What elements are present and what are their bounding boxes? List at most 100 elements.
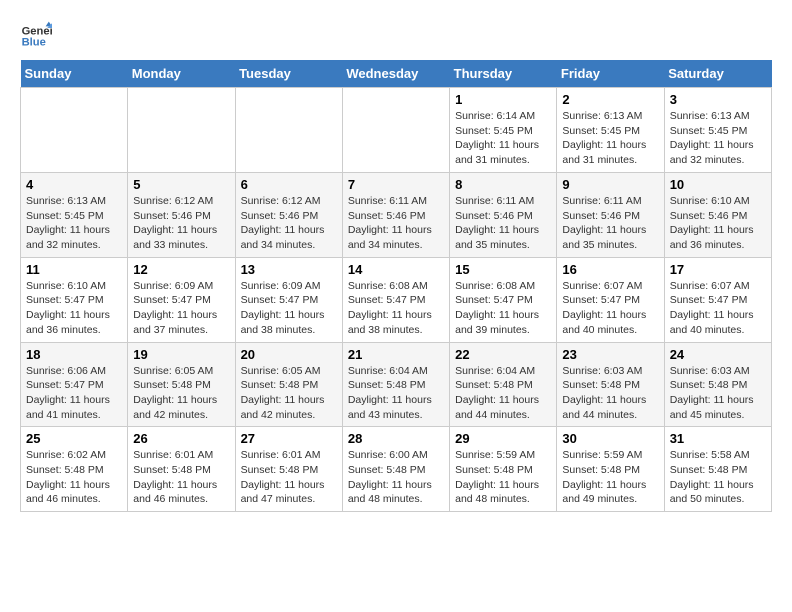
calendar-cell: 12 Sunrise: 6:09 AM Sunset: 5:47 PM Dayli… xyxy=(128,257,235,342)
day-number: 11 xyxy=(26,262,122,277)
calendar-cell: 5 Sunrise: 6:12 AM Sunset: 5:46 PM Daylig… xyxy=(128,173,235,258)
day-number: 17 xyxy=(670,262,766,277)
day-info: Sunrise: 6:08 AM Sunset: 5:47 PM Dayligh… xyxy=(348,279,444,338)
page-header: General Blue xyxy=(20,20,772,52)
day-number: 29 xyxy=(455,431,551,446)
day-info: Sunrise: 6:09 AM Sunset: 5:47 PM Dayligh… xyxy=(133,279,229,338)
calendar-cell: 25Sunrise: 6:02 AM Sunset: 5:48 PM Dayli… xyxy=(21,427,128,512)
logo-icon: General Blue xyxy=(20,20,52,52)
day-number: 22 xyxy=(455,347,551,362)
day-info: Sunrise: 5:59 AM Sunset: 5:48 PM Dayligh… xyxy=(455,448,551,507)
day-number: 23 xyxy=(562,347,658,362)
calendar-cell: 2Sunrise: 6:13 AM Sunset: 5:45 PM Daylig… xyxy=(557,88,664,173)
calendar-cell: 8 Sunrise: 6:11 AM Sunset: 5:46 PM Daylig… xyxy=(450,173,557,258)
calendar-cell xyxy=(21,88,128,173)
day-info: Sunrise: 5:59 AM Sunset: 5:48 PM Dayligh… xyxy=(562,448,658,507)
day-number: 8 xyxy=(455,177,551,192)
day-info: Sunrise: 6:12 AM Sunset: 5:46 PM Dayligh… xyxy=(133,194,229,253)
day-info: Sunrise: 6:12 AM Sunset: 5:46 PM Dayligh… xyxy=(241,194,337,253)
calendar-week-row-3: 11 Sunrise: 6:10 AM Sunset: 5:47 PM Dayli… xyxy=(21,257,772,342)
day-number: 12 xyxy=(133,262,229,277)
day-info: Sunrise: 6:00 AM Sunset: 5:48 PM Dayligh… xyxy=(348,448,444,507)
day-info: Sunrise: 6:06 AM Sunset: 5:47 PM Dayligh… xyxy=(26,364,122,423)
weekday-header-thursday: Thursday xyxy=(450,60,557,88)
calendar-cell xyxy=(235,88,342,173)
calendar-week-row-5: 25Sunrise: 6:02 AM Sunset: 5:48 PM Dayli… xyxy=(21,427,772,512)
svg-text:General: General xyxy=(22,25,52,37)
weekday-header-saturday: Saturday xyxy=(664,60,771,88)
day-number: 9 xyxy=(562,177,658,192)
weekday-header-friday: Friday xyxy=(557,60,664,88)
day-info: Sunrise: 6:07 AM Sunset: 5:47 PM Dayligh… xyxy=(670,279,766,338)
day-number: 15 xyxy=(455,262,551,277)
day-number: 24 xyxy=(670,347,766,362)
day-number: 18 xyxy=(26,347,122,362)
day-number: 26 xyxy=(133,431,229,446)
calendar-week-row-1: 1 Sunrise: 6:14 AM Sunset: 5:45 PM Daylig… xyxy=(21,88,772,173)
day-number: 21 xyxy=(348,347,444,362)
calendar-cell: 9 Sunrise: 6:11 AM Sunset: 5:46 PM Daylig… xyxy=(557,173,664,258)
calendar-cell: 21 Sunrise: 6:04 AM Sunset: 5:48 PM Dayli… xyxy=(342,342,449,427)
calendar-cell: 4 Sunrise: 6:13 AM Sunset: 5:45 PM Daylig… xyxy=(21,173,128,258)
day-number: 20 xyxy=(241,347,337,362)
calendar-cell: 28 Sunrise: 6:00 AM Sunset: 5:48 PM Dayli… xyxy=(342,427,449,512)
day-number: 1 xyxy=(455,92,551,107)
day-info: Sunrise: 6:07 AM Sunset: 5:47 PM Dayligh… xyxy=(562,279,658,338)
day-number: 27 xyxy=(241,431,337,446)
day-number: 30 xyxy=(562,431,658,446)
day-number: 28 xyxy=(348,431,444,446)
day-number: 16 xyxy=(562,262,658,277)
day-number: 10 xyxy=(670,177,766,192)
calendar-cell: 17 Sunrise: 6:07 AM Sunset: 5:47 PM Dayli… xyxy=(664,257,771,342)
day-info: Sunrise: 6:04 AM Sunset: 5:48 PM Dayligh… xyxy=(455,364,551,423)
day-number: 5 xyxy=(133,177,229,192)
logo: General Blue xyxy=(20,20,52,52)
calendar-cell: 23 Sunrise: 6:03 AM Sunset: 5:48 PM Dayli… xyxy=(557,342,664,427)
weekday-header-tuesday: Tuesday xyxy=(235,60,342,88)
day-info: Sunrise: 6:14 AM Sunset: 5:45 PM Dayligh… xyxy=(455,109,551,168)
calendar-cell: 11 Sunrise: 6:10 AM Sunset: 5:47 PM Dayli… xyxy=(21,257,128,342)
calendar-cell xyxy=(128,88,235,173)
calendar-cell: 20Sunrise: 6:05 AM Sunset: 5:48 PM Dayli… xyxy=(235,342,342,427)
calendar-cell: 26 Sunrise: 6:01 AM Sunset: 5:48 PM Dayli… xyxy=(128,427,235,512)
calendar-table: SundayMondayTuesdayWednesdayThursdayFrid… xyxy=(20,60,772,512)
day-info: Sunrise: 6:03 AM Sunset: 5:48 PM Dayligh… xyxy=(562,364,658,423)
day-info: Sunrise: 6:10 AM Sunset: 5:47 PM Dayligh… xyxy=(26,279,122,338)
day-info: Sunrise: 6:11 AM Sunset: 5:46 PM Dayligh… xyxy=(562,194,658,253)
calendar-cell xyxy=(342,88,449,173)
day-info: Sunrise: 6:13 AM Sunset: 5:45 PM Dayligh… xyxy=(670,109,766,168)
day-info: Sunrise: 6:02 AM Sunset: 5:48 PM Dayligh… xyxy=(26,448,122,507)
day-info: Sunrise: 6:08 AM Sunset: 5:47 PM Dayligh… xyxy=(455,279,551,338)
day-info: Sunrise: 6:05 AM Sunset: 5:48 PM Dayligh… xyxy=(133,364,229,423)
day-info: Sunrise: 6:13 AM Sunset: 5:45 PM Dayligh… xyxy=(26,194,122,253)
day-info: Sunrise: 5:58 AM Sunset: 5:48 PM Dayligh… xyxy=(670,448,766,507)
weekday-header-monday: Monday xyxy=(128,60,235,88)
day-number: 31 xyxy=(670,431,766,446)
day-info: Sunrise: 6:10 AM Sunset: 5:46 PM Dayligh… xyxy=(670,194,766,253)
calendar-cell: 27Sunrise: 6:01 AM Sunset: 5:48 PM Dayli… xyxy=(235,427,342,512)
day-number: 6 xyxy=(241,177,337,192)
calendar-cell: 16 Sunrise: 6:07 AM Sunset: 5:47 PM Dayli… xyxy=(557,257,664,342)
day-info: Sunrise: 6:04 AM Sunset: 5:48 PM Dayligh… xyxy=(348,364,444,423)
day-number: 14 xyxy=(348,262,444,277)
day-number: 19 xyxy=(133,347,229,362)
weekday-header-sunday: Sunday xyxy=(21,60,128,88)
day-number: 13 xyxy=(241,262,337,277)
day-info: Sunrise: 6:11 AM Sunset: 5:46 PM Dayligh… xyxy=(455,194,551,253)
calendar-cell: 7Sunrise: 6:11 AM Sunset: 5:46 PM Daylig… xyxy=(342,173,449,258)
day-info: Sunrise: 6:03 AM Sunset: 5:48 PM Dayligh… xyxy=(670,364,766,423)
day-info: Sunrise: 6:11 AM Sunset: 5:46 PM Dayligh… xyxy=(348,194,444,253)
day-number: 2 xyxy=(562,92,658,107)
calendar-cell: 15 Sunrise: 6:08 AM Sunset: 5:47 PM Dayli… xyxy=(450,257,557,342)
calendar-cell: 22 Sunrise: 6:04 AM Sunset: 5:48 PM Dayli… xyxy=(450,342,557,427)
day-info: Sunrise: 6:01 AM Sunset: 5:48 PM Dayligh… xyxy=(133,448,229,507)
day-number: 4 xyxy=(26,177,122,192)
calendar-cell: 29 Sunrise: 5:59 AM Sunset: 5:48 PM Dayli… xyxy=(450,427,557,512)
calendar-cell: 10 Sunrise: 6:10 AM Sunset: 5:46 PM Dayli… xyxy=(664,173,771,258)
calendar-cell: 19 Sunrise: 6:05 AM Sunset: 5:48 PM Dayli… xyxy=(128,342,235,427)
weekday-header-row: SundayMondayTuesdayWednesdayThursdayFrid… xyxy=(21,60,772,88)
calendar-week-row-4: 18 Sunrise: 6:06 AM Sunset: 5:47 PM Dayli… xyxy=(21,342,772,427)
svg-text:Blue: Blue xyxy=(22,37,46,49)
day-info: Sunrise: 6:09 AM Sunset: 5:47 PM Dayligh… xyxy=(241,279,337,338)
calendar-cell: 18 Sunrise: 6:06 AM Sunset: 5:47 PM Dayli… xyxy=(21,342,128,427)
